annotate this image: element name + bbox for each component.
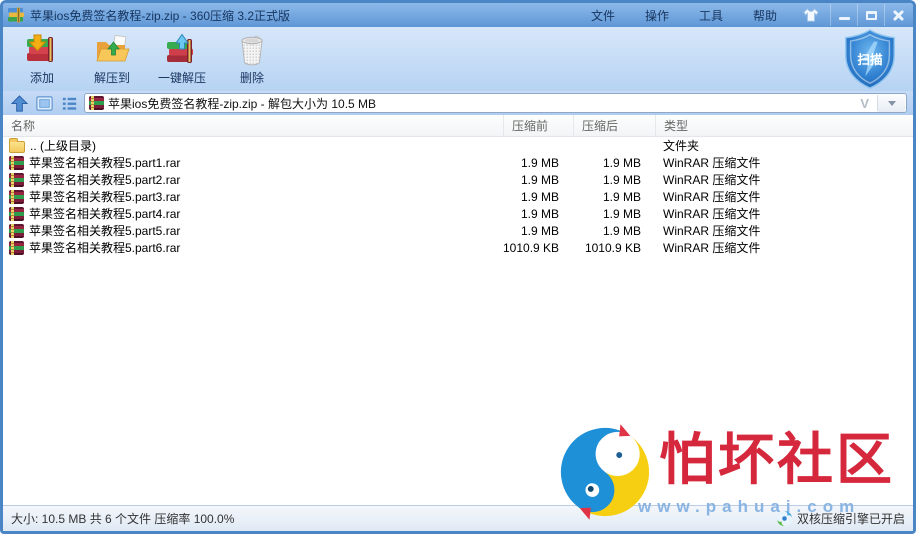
address-bar: 苹果ios免费签名教程-zip.zip - 解包大小为 10.5 MB V [3, 91, 913, 115]
one-key-extract-button[interactable]: 一键解压 [149, 29, 215, 89]
title-bar: 苹果ios免费签名教程-zip.zip - 360压缩 3.2正式版 文件 操作… [3, 3, 913, 27]
column-header-after[interactable]: 压缩后 [573, 115, 655, 136]
view-mode-icon [35, 95, 53, 111]
dual-core-engine-icon [776, 510, 793, 527]
trash-icon [241, 35, 263, 66]
size-after: 1.9 MB [602, 189, 641, 204]
size-after: 1.9 MB [602, 155, 641, 170]
delete-button[interactable]: 删除 [219, 29, 285, 89]
parent-directory-type: 文件夹 [663, 139, 700, 153]
arrow-up-icon [10, 94, 28, 112]
column-header-name[interactable]: 名称 [3, 115, 503, 136]
size-after: 1.9 MB [602, 172, 641, 187]
file-list: 名称 压缩前 压缩后 类型 .. (上级目录) 文件夹 苹果签名相关教程5.pa… [3, 115, 913, 505]
size-before: 1.9 MB [520, 189, 559, 204]
size-before: 1.9 MB [520, 206, 559, 221]
rar-file-icon [9, 172, 24, 187]
scan-button-label: 扫描 [857, 52, 883, 67]
chevron-down-icon: V [860, 95, 869, 111]
table-row[interactable]: 苹果签名相关教程5.part3.rar 1.9 MB 1.9 MB WinRAR… [3, 188, 913, 205]
close-button[interactable] [884, 4, 911, 26]
extract-folder-icon [96, 35, 130, 62]
file-type: WinRAR 压缩文件 [663, 241, 761, 255]
rar-file-icon [9, 223, 24, 238]
parent-directory-row[interactable]: .. (上级目录) 文件夹 [3, 137, 913, 154]
menu-operation[interactable]: 操作 [630, 4, 684, 27]
extract-to-button[interactable]: 解压到 [79, 29, 145, 89]
view-mode-button[interactable] [34, 93, 54, 113]
engine-status-label: 双核压缩引擎已开启 [796, 512, 905, 526]
menu-help[interactable]: 帮助 [738, 4, 792, 27]
file-type: WinRAR 压缩文件 [663, 173, 761, 187]
status-bar: 大小: 10.5 MB 共 6 个文件 压缩率 100.0% 双核压缩引擎已开启 [3, 505, 913, 531]
size-after: 1010.9 KB [584, 240, 641, 255]
size-before: 1.9 MB [520, 223, 559, 238]
size-after: 1.9 MB [602, 206, 641, 221]
skin-button[interactable] [798, 5, 824, 25]
minimize-button[interactable] [830, 4, 857, 26]
table-row[interactable]: 苹果签名相关教程5.part5.rar 1.9 MB 1.9 MB WinRAR… [3, 222, 913, 239]
tshirt-icon [803, 8, 819, 22]
size-before: 1.9 MB [520, 172, 559, 187]
parent-directory-label: .. (上级目录) [30, 139, 96, 153]
list-header: 名称 压缩前 压缩后 类型 [3, 115, 913, 137]
column-header-before[interactable]: 压缩前 [503, 115, 573, 136]
size-before: 1010.9 KB [503, 240, 560, 255]
rar-file-icon [9, 155, 24, 170]
dropdown-arrow-icon [887, 100, 896, 106]
file-name: 苹果签名相关教程5.part2.rar [29, 173, 181, 187]
size-after: 1.9 MB [602, 223, 641, 238]
file-type: WinRAR 压缩文件 [663, 207, 761, 221]
menu-file[interactable]: 文件 [576, 4, 630, 27]
app-icon [8, 7, 24, 23]
window-controls [830, 4, 911, 26]
close-icon [892, 9, 904, 21]
toolbar: 添加 解压到 一键解压 删除 扫描 [3, 27, 913, 91]
extract-to-button-label: 解压到 [93, 71, 130, 85]
add-archive-icon [27, 34, 53, 62]
engine-status: 双核压缩引擎已开启 [776, 510, 905, 527]
rar-file-icon [9, 189, 24, 204]
file-name: 苹果签名相关教程5.part4.rar [29, 207, 181, 221]
menu-tools[interactable]: 工具 [684, 4, 738, 27]
combobox-dropdown-button[interactable] [878, 94, 905, 112]
one-key-extract-icon [167, 33, 193, 63]
file-type: WinRAR 压缩文件 [663, 190, 761, 204]
rar-file-icon [9, 206, 24, 221]
size-before: 1.9 MB [520, 155, 559, 170]
add-button[interactable]: 添加 [9, 29, 75, 89]
table-row[interactable]: 苹果签名相关教程5.part4.rar 1.9 MB 1.9 MB WinRAR… [3, 205, 913, 222]
status-summary: 大小: 10.5 MB 共 6 个文件 压缩率 100.0% [11, 512, 235, 526]
maximize-icon [865, 10, 877, 20]
scan-shield-button[interactable]: 扫描 [839, 28, 901, 90]
file-name: 苹果签名相关教程5.part3.rar [29, 190, 181, 204]
list-view-button[interactable] [59, 93, 79, 113]
up-directory-button[interactable] [9, 93, 29, 113]
table-row[interactable]: 苹果签名相关教程5.part6.rar 1010.9 KB 1010.9 KB … [3, 239, 913, 256]
table-row[interactable]: 苹果签名相关教程5.part2.rar 1.9 MB 1.9 MB WinRAR… [3, 171, 913, 188]
file-name: 苹果签名相关教程5.part1.rar [29, 156, 181, 170]
menu-bar: 文件 操作 工具 帮助 [576, 4, 792, 27]
file-type: WinRAR 压缩文件 [663, 156, 761, 170]
folder-icon [9, 138, 25, 153]
archive-icon [89, 96, 104, 110]
one-key-extract-button-label: 一键解压 [157, 71, 206, 85]
column-header-type[interactable]: 类型 [655, 115, 913, 136]
rar-file-icon [9, 240, 24, 255]
archive-path-combobox[interactable]: 苹果ios免费签名教程-zip.zip - 解包大小为 10.5 MB V [84, 93, 907, 113]
list-icon [62, 97, 76, 110]
minimize-icon [838, 16, 850, 20]
file-name: 苹果签名相关教程5.part5.rar [29, 224, 181, 238]
table-row[interactable]: 苹果签名相关教程5.part1.rar 1.9 MB 1.9 MB WinRAR… [3, 154, 913, 171]
delete-button-label: 删除 [239, 71, 264, 85]
file-type: WinRAR 压缩文件 [663, 224, 761, 238]
app-window: 苹果ios免费签名教程-zip.zip - 360压缩 3.2正式版 文件 操作… [0, 0, 916, 534]
window-title: 苹果ios免费签名教程-zip.zip - 360压缩 3.2正式版 [30, 8, 291, 23]
file-name: 苹果签名相关教程5.part6.rar [29, 241, 181, 255]
archive-path-text: 苹果ios免费签名教程-zip.zip - 解包大小为 10.5 MB [108, 96, 377, 111]
maximize-button[interactable] [857, 4, 884, 26]
add-button-label: 添加 [29, 71, 54, 85]
